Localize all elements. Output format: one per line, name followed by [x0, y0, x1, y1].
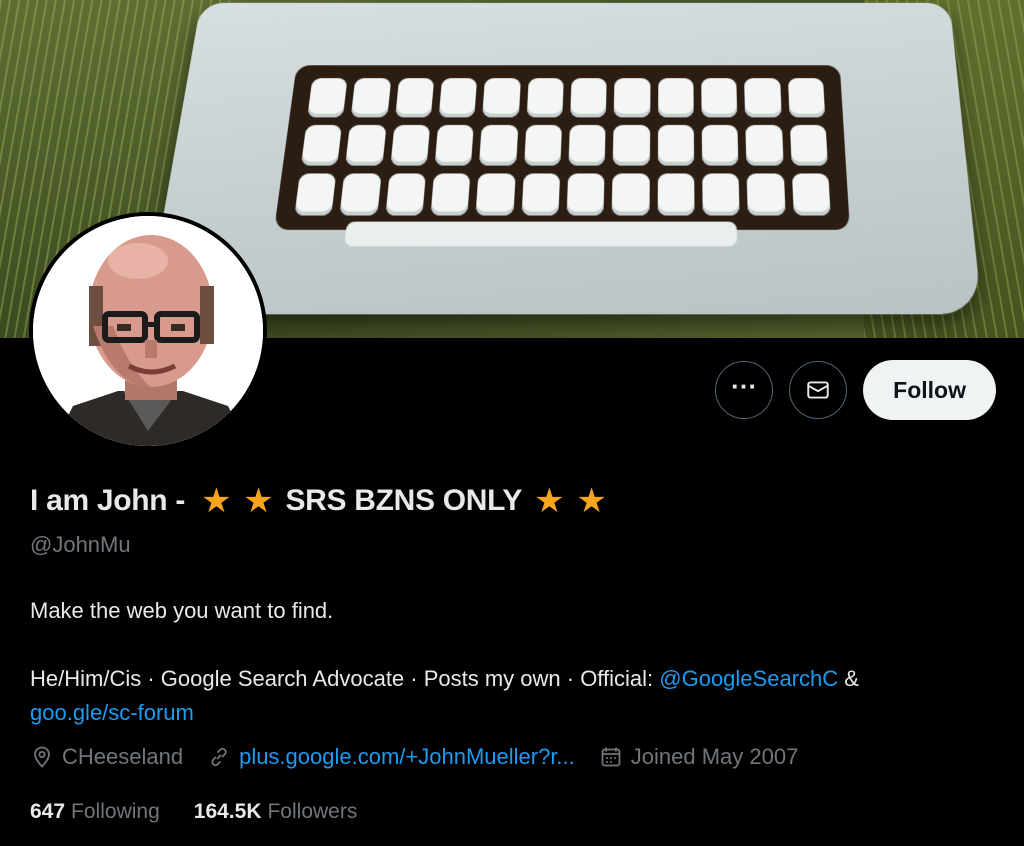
display-name: I am John - ★ ★ SRS BZNS ONLY ★ ★: [30, 484, 613, 518]
more-button[interactable]: ···: [715, 361, 774, 419]
bio-ampersand: &: [838, 666, 859, 691]
mention-link[interactable]: @GoogleSearchC: [659, 666, 838, 691]
following-stat[interactable]: 647 Following: [30, 800, 160, 824]
calendar-icon: [601, 747, 621, 767]
bio-line-2: He/Him/Cis · Google Search Advocate · Po…: [30, 662, 1010, 696]
avatar-image: [33, 216, 263, 446]
link-icon: [211, 747, 227, 767]
following-label: Following: [71, 800, 160, 823]
followers-count: 164.5K: [193, 800, 262, 823]
join-date: Joined May 2007: [599, 744, 799, 770]
location: CHeeseland: [30, 744, 183, 770]
star-icon: ★: [243, 482, 274, 520]
join-date-text: Joined May 2007: [630, 744, 799, 769]
following-count: 647: [30, 800, 66, 823]
location-icon: [34, 746, 50, 768]
follow-button[interactable]: Follow: [863, 360, 996, 420]
follow-stats: 647 Following 164.5K Followers: [30, 800, 357, 824]
more-icon: ···: [731, 371, 758, 401]
location-text: CHeeseland: [62, 744, 184, 769]
message-button[interactable]: [789, 361, 848, 419]
bio-link[interactable]: goo.gle/sc-forum: [30, 700, 194, 725]
user-handle: @JohnMu: [30, 532, 131, 557]
star-icon: ★: [534, 482, 565, 520]
display-name-part1: I am John -: [30, 484, 186, 517]
website-link[interactable]: plus.google.com/+JohnMueller?r...: [239, 744, 575, 770]
bio-line-2-text: He/Him/Cis · Google Search Advocate · Po…: [30, 666, 660, 691]
star-icon: ★: [201, 482, 232, 520]
mail-icon: [807, 381, 829, 399]
banner-typewriter: [145, 2, 983, 315]
avatar[interactable]: [29, 212, 267, 450]
followers-stat[interactable]: 164.5K Followers: [194, 800, 358, 824]
followers-label: Followers: [267, 800, 358, 823]
display-name-part2: SRS BZNS ONLY: [285, 484, 523, 517]
typewriter-spacebar: [344, 221, 738, 247]
profile-bio: Make the web you want to find. He/Him/Ci…: [30, 594, 1010, 730]
profile-actions: ··· Follow: [715, 360, 996, 420]
bio-line-1: Make the web you want to find.: [30, 598, 334, 623]
pixel-portrait-icon: [33, 216, 263, 446]
typewriter-keyboard: [274, 65, 850, 230]
star-icon: ★: [576, 482, 607, 520]
profile-meta: CHeeseland plus.google.com/+JohnMueller?…: [30, 744, 798, 770]
website: plus.google.com/+JohnMueller?r...: [207, 744, 575, 770]
